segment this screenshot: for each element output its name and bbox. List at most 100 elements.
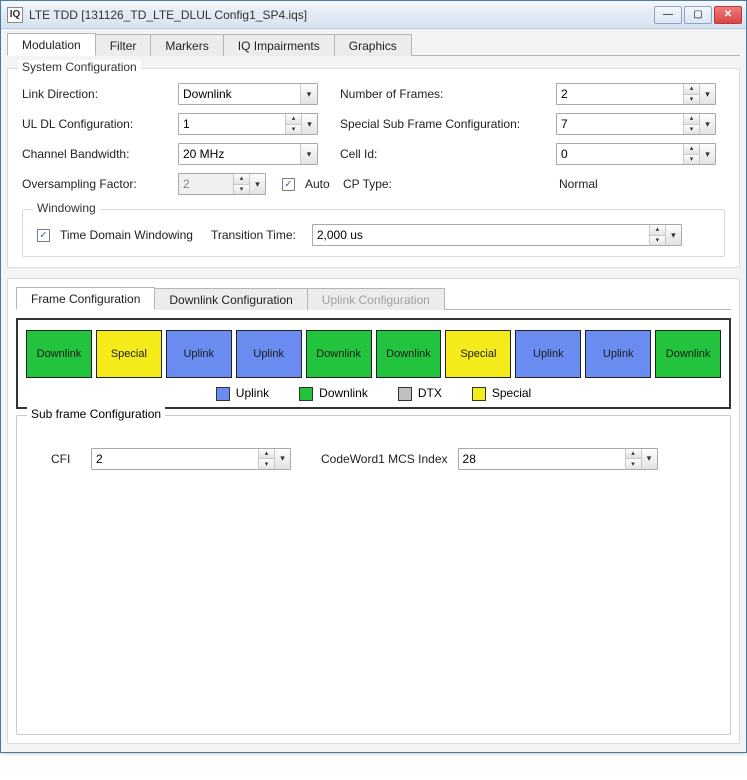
link-direction-label: Link Direction: xyxy=(22,87,172,101)
transition-time-label: Transition Time: xyxy=(211,228,296,242)
special-sub-spin-buttons[interactable]: ▴ ▾ xyxy=(683,114,699,134)
ul-dl-config-input[interactable] xyxy=(179,114,285,134)
chevron-down-icon[interactable]: ▾ xyxy=(684,95,699,105)
link-direction-input[interactable] xyxy=(179,84,300,104)
tab-graphics[interactable]: Graphics xyxy=(335,34,412,56)
channel-bw-combo[interactable]: ▾ xyxy=(178,143,318,165)
tab-iq-impairments[interactable]: IQ Impairments xyxy=(224,34,335,56)
frame-4[interactable]: Downlink xyxy=(306,330,372,378)
chevron-down-icon[interactable]: ▾ xyxy=(699,84,715,104)
cfi-label: CFI xyxy=(51,452,81,466)
frame-8[interactable]: Uplink xyxy=(585,330,651,378)
chevron-down-icon[interactable]: ▾ xyxy=(665,225,681,245)
chevron-down-icon[interactable]: ▾ xyxy=(699,114,715,134)
tab-downlink-configuration[interactable]: Downlink Configuration xyxy=(155,288,307,310)
tab-frame-configuration[interactable]: Frame Configuration xyxy=(16,287,155,310)
titlebar: IQ LTE TDD [131126_TD_LTE_DLUL Config1_S… xyxy=(1,1,746,29)
num-frames-spin-buttons[interactable]: ▴ ▾ xyxy=(683,84,699,104)
cell-id-spinner[interactable]: ▴ ▾ ▾ xyxy=(556,143,716,165)
chevron-down-icon[interactable]: ▾ xyxy=(300,144,317,164)
chevron-down-icon[interactable]: ▾ xyxy=(650,236,665,246)
chevron-up-icon[interactable]: ▴ xyxy=(684,84,699,95)
cell-id-label: Cell Id: xyxy=(340,147,550,161)
chevron-up-icon[interactable]: ▴ xyxy=(626,449,641,460)
system-configuration-panel: System Configuration Link Direction: ▾ N… xyxy=(7,68,740,268)
oversampling-input xyxy=(179,174,233,194)
transition-time-spin-buttons[interactable]: ▴ ▾ xyxy=(649,225,665,245)
cw1-mcs-index-spinner[interactable]: ▴ ▾ ▾ xyxy=(458,448,658,470)
chevron-up-icon[interactable]: ▴ xyxy=(684,144,699,155)
cfi-input[interactable] xyxy=(92,449,258,469)
cw1-mcs-index-spin-buttons[interactable]: ▴ ▾ xyxy=(625,449,641,469)
system-configuration-title: System Configuration xyxy=(18,60,141,74)
special-sub-input[interactable] xyxy=(557,114,683,134)
cell-id-spin-buttons[interactable]: ▴ ▾ xyxy=(683,144,699,164)
maximize-button[interactable]: ▢ xyxy=(684,6,712,24)
auto-checkbox[interactable]: ✓ xyxy=(282,178,295,191)
chevron-down-icon: ▾ xyxy=(249,174,265,194)
chevron-down-icon[interactable]: ▾ xyxy=(274,449,290,469)
maximize-icon: ▢ xyxy=(693,9,702,20)
ul-dl-config-spinner[interactable]: ▴ ▾ ▾ xyxy=(178,113,318,135)
time-domain-windowing-label: Time Domain Windowing xyxy=(60,228,193,242)
frame-1[interactable]: Special xyxy=(96,330,162,378)
frame-2[interactable]: Uplink xyxy=(166,330,232,378)
close-button[interactable]: ✕ xyxy=(714,6,742,24)
tab-modulation[interactable]: Modulation xyxy=(7,33,96,56)
chevron-down-icon[interactable]: ▾ xyxy=(300,84,317,104)
main-tab-strip: Modulation Filter Markers IQ Impairments… xyxy=(7,33,740,56)
frame-9[interactable]: Downlink xyxy=(655,330,721,378)
tab-markers[interactable]: Markers xyxy=(151,34,223,56)
chevron-down-icon[interactable]: ▾ xyxy=(641,449,657,469)
legend-downlink: Downlink xyxy=(299,386,368,401)
cfi-spinner[interactable]: ▴ ▾ ▾ xyxy=(91,448,291,470)
tab-filter[interactable]: Filter xyxy=(96,34,152,56)
transition-time-spinner[interactable]: ▴ ▾ ▾ xyxy=(312,224,682,246)
chevron-up-icon[interactable]: ▴ xyxy=(684,114,699,125)
num-frames-input[interactable] xyxy=(557,84,683,104)
chevron-up-icon[interactable]: ▴ xyxy=(259,449,274,460)
chevron-down-icon[interactable]: ▾ xyxy=(259,459,274,469)
num-frames-spinner[interactable]: ▴ ▾ ▾ xyxy=(556,83,716,105)
frame-0[interactable]: Downlink xyxy=(26,330,92,378)
chevron-down-icon[interactable]: ▾ xyxy=(301,114,317,134)
transition-time-input[interactable] xyxy=(313,225,649,245)
chevron-down-icon[interactable]: ▾ xyxy=(684,125,699,135)
time-domain-windowing-checkbox[interactable]: ✓ xyxy=(37,229,50,242)
chevron-down-icon[interactable]: ▾ xyxy=(626,459,641,469)
app-window: IQ LTE TDD [131126_TD_LTE_DLUL Config1_S… xyxy=(0,0,747,753)
minimize-button[interactable]: — xyxy=(654,6,682,24)
swatch-icon xyxy=(216,387,230,401)
chevron-down-icon: ▾ xyxy=(234,185,249,195)
channel-bw-input[interactable] xyxy=(179,144,300,164)
chevron-down-icon[interactable]: ▾ xyxy=(286,125,301,135)
channel-bw-label: Channel Bandwidth: xyxy=(22,147,172,161)
ul-dl-config-spin-buttons[interactable]: ▴ ▾ xyxy=(285,114,301,134)
special-sub-spinner[interactable]: ▴ ▾ ▾ xyxy=(556,113,716,135)
special-sub-label: Special Sub Frame Configuration: xyxy=(340,117,550,131)
legend-uplink-label: Uplink xyxy=(236,386,269,400)
swatch-icon xyxy=(472,387,486,401)
legend-special: Special xyxy=(472,386,531,401)
frame-config-panel: Frame Configuration Downlink Configurati… xyxy=(7,278,740,744)
cw1-mcs-index-input[interactable] xyxy=(459,449,625,469)
window-controls: — ▢ ✕ xyxy=(654,6,742,24)
frame-7[interactable]: Uplink xyxy=(515,330,581,378)
frame-legend: Uplink Downlink DTX Special xyxy=(26,386,721,401)
cfi-spin-buttons[interactable]: ▴ ▾ xyxy=(258,449,274,469)
swatch-icon xyxy=(299,387,313,401)
cell-id-input[interactable] xyxy=(557,144,683,164)
oversampling-label: Oversampling Factor: xyxy=(22,177,172,191)
chevron-down-icon[interactable]: ▾ xyxy=(699,144,715,164)
frame-3[interactable]: Uplink xyxy=(236,330,302,378)
frame-sequence-box: Downlink Special Uplink Uplink Downlink … xyxy=(16,318,731,409)
legend-dtx-label: DTX xyxy=(418,386,442,400)
frame-5[interactable]: Downlink xyxy=(376,330,442,378)
link-direction-combo[interactable]: ▾ xyxy=(178,83,318,105)
chevron-up-icon[interactable]: ▴ xyxy=(286,114,301,125)
oversampling-spinner[interactable]: ▴ ▾ ▾ xyxy=(178,173,266,195)
minimize-icon: — xyxy=(663,9,673,20)
chevron-up-icon[interactable]: ▴ xyxy=(650,225,665,236)
frame-6[interactable]: Special xyxy=(445,330,511,378)
chevron-down-icon[interactable]: ▾ xyxy=(684,155,699,165)
